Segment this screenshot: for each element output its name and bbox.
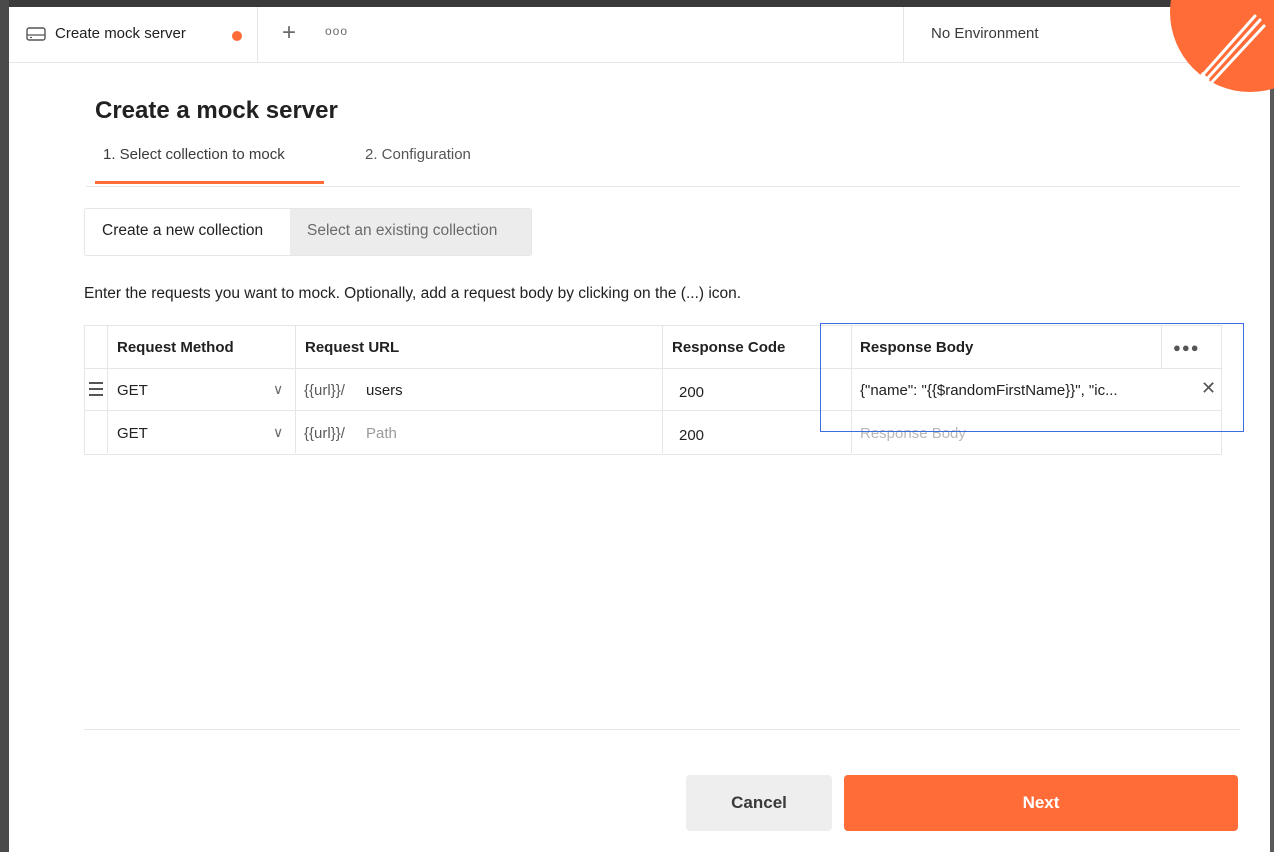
url-input[interactable]: {{url}}/ Path xyxy=(295,411,663,453)
chevron-down-icon: ∨ xyxy=(273,381,284,397)
response-code-value: 200 xyxy=(679,427,705,444)
select-existing-collection-label: Select an existing collection xyxy=(307,222,498,239)
server-icon xyxy=(26,26,46,42)
new-tab-plus-icon[interactable]: + xyxy=(277,19,301,47)
drag-handle-cell xyxy=(85,368,107,410)
method-value: GET xyxy=(117,425,148,442)
environment-label: No Environment xyxy=(931,25,1039,42)
active-step-indicator xyxy=(95,181,324,184)
unsaved-indicator xyxy=(232,31,242,41)
collection-source-toggle: Create a new collection Select an existi… xyxy=(84,208,532,256)
drag-handle-icon[interactable] xyxy=(89,382,103,400)
annotation-highlight-box xyxy=(820,323,1244,432)
method-value: GET xyxy=(117,382,148,399)
more-tabs-button[interactable]: ooo xyxy=(325,24,348,38)
response-code-value: 200 xyxy=(679,384,705,401)
footer-divider xyxy=(84,729,1240,730)
create-new-collection-label: Create a new collection xyxy=(102,222,264,239)
url-path-placeholder: Path xyxy=(366,425,397,442)
drag-handle-cell xyxy=(85,411,107,453)
step-select-collection[interactable]: 1. Select collection to mock xyxy=(103,146,285,163)
window-frame-top xyxy=(0,0,1274,7)
postman-logo-badge xyxy=(1160,0,1274,100)
header-label: Response Code xyxy=(672,339,786,356)
header-label: Request URL xyxy=(305,339,400,356)
window-frame-left xyxy=(0,0,9,852)
url-prefix: {{url}}/ xyxy=(304,425,345,442)
header-request-method: Request Method xyxy=(107,326,296,368)
select-existing-collection-option[interactable]: Select an existing collection xyxy=(290,209,531,255)
step-configuration[interactable]: 2. Configuration xyxy=(365,146,471,163)
header-label: Request Method xyxy=(117,339,234,356)
url-prefix: {{url}}/ xyxy=(304,382,345,399)
method-select[interactable]: GET ∨ xyxy=(107,411,296,453)
page-title: Create a mock server xyxy=(95,97,338,124)
tab-label: Create mock server xyxy=(55,25,186,42)
chevron-down-icon: ∨ xyxy=(273,424,284,440)
cancel-button[interactable]: Cancel xyxy=(686,775,832,831)
header-request-url: Request URL xyxy=(295,326,663,368)
tab-bar: Create mock server + ooo No Environment xyxy=(9,7,1270,63)
tab-create-mock-server[interactable]: Create mock server xyxy=(9,7,258,62)
next-button[interactable]: Next xyxy=(844,775,1238,831)
method-select[interactable]: GET ∨ xyxy=(107,368,296,410)
url-input[interactable]: {{url}}/ users xyxy=(295,368,663,410)
step-tabs: 1. Select collection to mock 2. Configur… xyxy=(86,130,1240,187)
header-handle-cell xyxy=(85,326,107,368)
window-frame-right xyxy=(1270,0,1274,852)
create-new-collection-option[interactable]: Create a new collection xyxy=(85,209,290,255)
instructions-text: Enter the requests you want to mock. Opt… xyxy=(84,285,742,302)
url-path-value: users xyxy=(366,382,403,399)
